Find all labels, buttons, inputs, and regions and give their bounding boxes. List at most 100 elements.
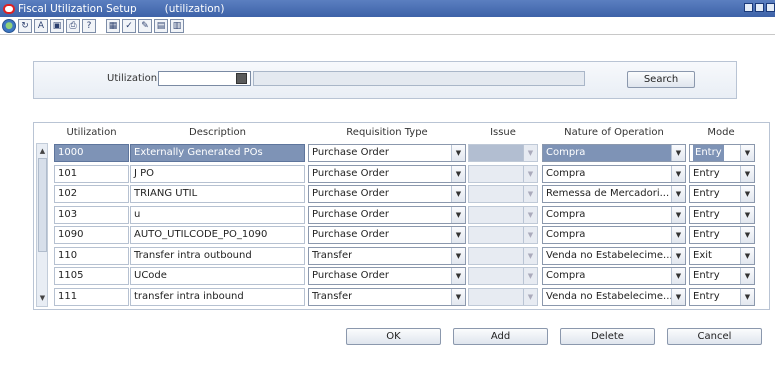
chevron-down-icon[interactable]: ▼ <box>671 288 685 305</box>
copy-icon[interactable]: ▣ <box>50 18 64 33</box>
table-row[interactable]: 103 u Purchase Order ▼ ▼ Compra ▼ Entry ▼ <box>54 205 770 225</box>
utilization-cell[interactable]: 102 <box>54 185 129 203</box>
list-of-values-icon[interactable] <box>236 73 247 84</box>
requisition-type-select[interactable]: Purchase Order ▼ <box>308 267 466 285</box>
chevron-down-icon[interactable]: ▼ <box>740 268 754 284</box>
description-cell[interactable]: UCode <box>130 267 305 285</box>
utilization-cell[interactable]: 101 <box>54 164 129 183</box>
table-row[interactable]: 1090 AUTO_UTILCODE_PO_1090 Purchase Order ▼… <box>54 225 770 245</box>
chevron-down-icon[interactable]: ▼ <box>740 247 754 264</box>
scroll-thumb[interactable] <box>38 158 47 252</box>
requisition-type-select[interactable]: Transfer ▼ <box>308 246 466 265</box>
nature-of-operation-select[interactable]: Compra ▼ <box>542 144 686 162</box>
chevron-down-icon[interactable]: ▼ <box>451 145 465 161</box>
requisition-type-select[interactable]: Purchase Order ▼ <box>308 185 466 203</box>
minimize-icon[interactable] <box>744 3 753 12</box>
description-cell[interactable]: transfer intra inbound <box>130 287 305 306</box>
chart2-icon[interactable]: ▥ <box>170 18 184 33</box>
mode-select[interactable]: Entry ▼ <box>689 144 755 162</box>
scroll-down-icon[interactable]: ▼ <box>38 294 47 303</box>
chevron-down-icon[interactable]: ▼ <box>671 186 685 202</box>
chevron-down-icon[interactable]: ▼ <box>740 165 754 182</box>
chevron-down-icon[interactable]: ▼ <box>740 288 754 305</box>
print-icon[interactable]: ⎙ <box>66 18 80 33</box>
requisition-type-select[interactable]: Purchase Order ▼ <box>308 205 466 224</box>
maximize-icon[interactable] <box>766 3 775 12</box>
utilization-cell[interactable]: 111 <box>54 287 129 306</box>
restore-icon[interactable] <box>755 3 764 12</box>
globe-icon[interactable]: ● <box>2 18 16 33</box>
mode-select[interactable]: Exit ▼ <box>689 246 755 265</box>
mode-select[interactable]: Entry ▼ <box>689 267 755 285</box>
chevron-down-icon[interactable]: ▼ <box>740 186 754 202</box>
mode-select[interactable]: Entry ▼ <box>689 226 755 244</box>
utilization-cell[interactable]: 1105 <box>54 267 129 285</box>
nature-of-operation-select[interactable]: Venda no Estabelecime... ▼ <box>542 287 686 306</box>
grid-icon[interactable]: ▦ <box>106 18 120 33</box>
nature-of-operation-select[interactable]: Remessa de Mercadori... ▼ <box>542 185 686 203</box>
nature-of-operation-select[interactable]: Compra ▼ <box>542 226 686 244</box>
utilization-cell[interactable]: 1000 <box>54 144 129 162</box>
cancel-button[interactable]: Cancel <box>667 328 762 345</box>
check-icon[interactable]: ✓ <box>122 18 136 33</box>
chevron-down-icon[interactable]: ▼ <box>451 268 465 284</box>
table-row[interactable]: 102 TRIANG UTIL Purchase Order ▼ ▼ Remessa de… <box>54 184 770 204</box>
chevron-down-icon[interactable]: ▼ <box>451 227 465 243</box>
chevron-down-icon[interactable]: ▼ <box>451 247 465 264</box>
chevron-down-icon[interactable]: ▼ <box>451 288 465 305</box>
ok-button[interactable]: OK <box>346 328 441 345</box>
mode-select[interactable]: Entry ▼ <box>689 164 755 183</box>
chevron-down-icon[interactable]: ▼ <box>671 165 685 182</box>
table-row[interactable]: 101 J PO Purchase Order ▼ ▼ Compra ▼ Entry ▼ <box>54 164 770 184</box>
mode-value: Entry <box>693 167 720 179</box>
chevron-down-icon[interactable]: ▼ <box>740 145 754 161</box>
chevron-down-icon[interactable]: ▼ <box>671 145 685 161</box>
chevron-down-icon[interactable]: ▼ <box>740 206 754 223</box>
nature-of-operation-value: Venda no Estabelecime... <box>546 249 673 261</box>
description-cell[interactable]: AUTO_UTILCODE_PO_1090 <box>130 226 305 244</box>
refresh-icon[interactable]: ↻ <box>18 18 32 33</box>
chevron-down-icon[interactable]: ▼ <box>671 268 685 284</box>
add-button[interactable]: Add <box>453 328 548 345</box>
table-row[interactable]: 1105 UCode Purchase Order ▼ ▼ Compra ▼ Entry ▼ <box>54 266 770 286</box>
table-scrollbar[interactable]: ▲ ▼ <box>36 143 48 307</box>
mode-select[interactable]: Entry ▼ <box>689 185 755 203</box>
chevron-down-icon[interactable]: ▼ <box>451 165 465 182</box>
utilization-cell[interactable]: 103 <box>54 205 129 224</box>
chevron-down-icon[interactable]: ▼ <box>451 206 465 223</box>
search-button[interactable]: Search <box>627 71 695 88</box>
description-cell[interactable]: J PO <box>130 164 305 183</box>
ab-icon[interactable]: A <box>34 18 48 33</box>
scroll-up-icon[interactable]: ▲ <box>38 147 47 156</box>
description-cell[interactable]: Externally Generated POs <box>130 144 305 162</box>
utilization-cell[interactable]: 110 <box>54 246 129 265</box>
chevron-down-icon[interactable]: ▼ <box>451 186 465 202</box>
window-controls <box>744 3 775 12</box>
requisition-type-select[interactable]: Purchase Order ▼ <box>308 164 466 183</box>
nature-of-operation-select[interactable]: Compra ▼ <box>542 164 686 183</box>
table-row[interactable]: 1000 Externally Generated POs Purchase Ord… <box>54 143 770 163</box>
requisition-type-select[interactable]: Purchase Order ▼ <box>308 144 466 162</box>
help-icon[interactable]: ? <box>82 18 96 33</box>
chevron-down-icon[interactable]: ▼ <box>671 206 685 223</box>
utilization-cell[interactable]: 1090 <box>54 226 129 244</box>
nature-of-operation-select[interactable]: Compra ▼ <box>542 267 686 285</box>
chevron-down-icon[interactable]: ▼ <box>740 227 754 243</box>
requisition-type-select[interactable]: Purchase Order ▼ <box>308 226 466 244</box>
table-row[interactable]: 111 transfer intra inbound Transfer ▼ ▼ Venda… <box>54 287 770 307</box>
chevron-down-icon[interactable]: ▼ <box>671 247 685 264</box>
requisition-type-value: Purchase Order <box>312 270 390 281</box>
delete-button[interactable]: Delete <box>560 328 655 345</box>
chart-icon[interactable]: ▤ <box>154 18 168 33</box>
chevron-down-icon[interactable]: ▼ <box>671 227 685 243</box>
table-row[interactable]: 110 Transfer intra outbound Transfer ▼ ▼ Vend… <box>54 246 770 266</box>
nature-of-operation-select[interactable]: Compra ▼ <box>542 205 686 224</box>
mode-select[interactable]: Entry ▼ <box>689 287 755 306</box>
requisition-type-select[interactable]: Transfer ▼ <box>308 287 466 306</box>
nature-of-operation-select[interactable]: Venda no Estabelecime... ▼ <box>542 246 686 265</box>
mode-select[interactable]: Entry ▼ <box>689 205 755 224</box>
description-cell[interactable]: Transfer intra outbound <box>130 246 305 265</box>
description-cell[interactable]: u <box>130 205 305 224</box>
description-cell[interactable]: TRIANG UTIL <box>130 185 305 203</box>
notes-icon[interactable]: ✎ <box>138 18 152 33</box>
